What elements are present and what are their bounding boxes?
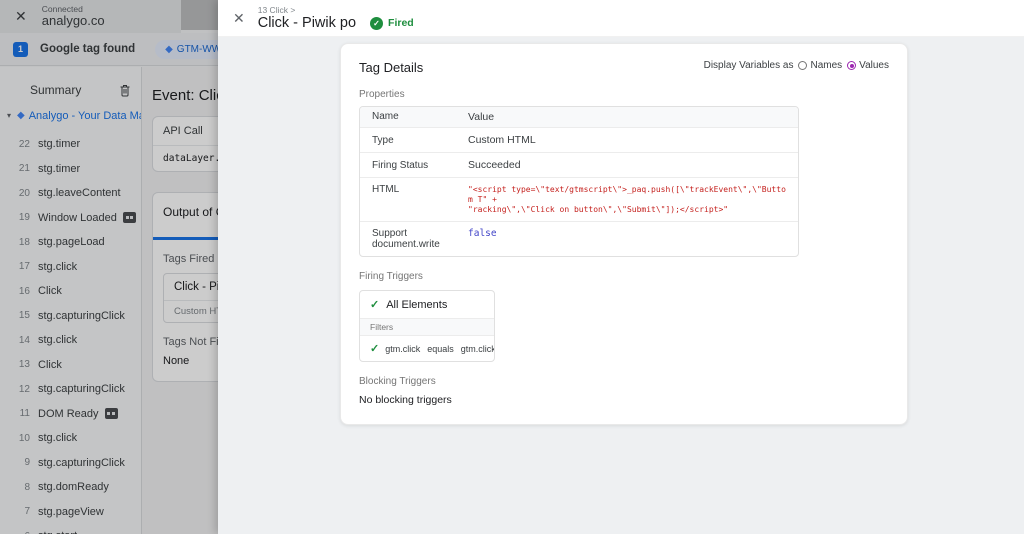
trigger-name: All Elements xyxy=(386,299,447,311)
tag-details-card: Tag Details Display Variables as Names V… xyxy=(340,43,908,425)
modal-scrim[interactable] xyxy=(0,0,218,534)
radio-option-values[interactable]: Values xyxy=(847,60,889,71)
prop-name: Firing Status xyxy=(372,160,468,171)
radio-label-values: Values xyxy=(859,60,889,71)
card-title: Tag Details xyxy=(359,60,423,75)
column-value: Value xyxy=(468,111,786,123)
filter-condition-row: ✓ gtm.click equals gtm.click xyxy=(360,336,494,361)
table-row: HTML "<script type=\"text/gtmscript\">_p… xyxy=(360,177,798,221)
properties-table: Name Value Type Custom HTML Firing Statu… xyxy=(359,106,799,257)
trigger-name-row[interactable]: ✓ All Elements xyxy=(360,291,494,318)
breadcrumb[interactable]: 13 Click > xyxy=(258,5,414,15)
tag-title: Click - Piwik po xyxy=(258,15,356,31)
properties-label: Properties xyxy=(359,89,889,100)
table-row: Firing Status Succeeded xyxy=(360,152,798,177)
tag-detail-panel: ✕ 13 Click > Click - Piwik po ✓ Fired Ta… xyxy=(218,0,1024,534)
display-variables-label: Display Variables as xyxy=(704,60,794,71)
check-circle-icon: ✓ xyxy=(370,17,383,30)
close-detail-icon[interactable]: ✕ xyxy=(233,10,245,27)
radio-icon-names[interactable] xyxy=(798,61,807,70)
prop-value: Succeeded xyxy=(468,159,786,171)
table-row: Type Custom HTML xyxy=(360,127,798,152)
firing-trigger-card: ✓ All Elements Filters ✓ gtm.click equal… xyxy=(359,290,495,362)
prop-name: HTML xyxy=(372,184,468,195)
tag-detail-header: ✕ 13 Click > Click - Piwik po ✓ Fired xyxy=(218,0,1024,37)
prop-value: Custom HTML xyxy=(468,134,786,146)
radio-icon-values[interactable] xyxy=(847,61,856,70)
column-name: Name xyxy=(372,111,468,123)
prop-value-html-code: "<script type=\"text/gtmscript\">_paq.pu… xyxy=(468,185,786,215)
filter-left: gtm.click xyxy=(385,344,420,354)
display-variables-control: Display Variables as Names Values xyxy=(704,60,889,71)
check-icon: ✓ xyxy=(370,342,379,355)
status-text: Fired xyxy=(388,17,414,29)
firing-triggers-label: Firing Triggers xyxy=(359,271,889,282)
filter-operator: equals xyxy=(427,344,454,354)
prop-name: Support document.write xyxy=(372,228,468,250)
blocking-triggers-label: Blocking Triggers xyxy=(359,376,889,387)
check-icon: ✓ xyxy=(370,298,379,311)
radio-label-names: Names xyxy=(810,60,842,71)
table-row: Support document.write false xyxy=(360,221,798,256)
status-badge: ✓ Fired xyxy=(370,17,414,30)
prop-name: Type xyxy=(372,135,468,146)
table-header-row: Name Value xyxy=(360,107,798,127)
no-blocking-triggers-text: No blocking triggers xyxy=(359,394,889,406)
prop-value-boolean: false xyxy=(468,228,786,239)
radio-option-names[interactable]: Names xyxy=(798,60,842,71)
tag-assistant-background: ✕ Connected analygo.co 1 Google tag foun… xyxy=(0,0,218,534)
filters-label: Filters xyxy=(360,318,494,336)
filter-right: gtm.click xyxy=(461,344,495,354)
